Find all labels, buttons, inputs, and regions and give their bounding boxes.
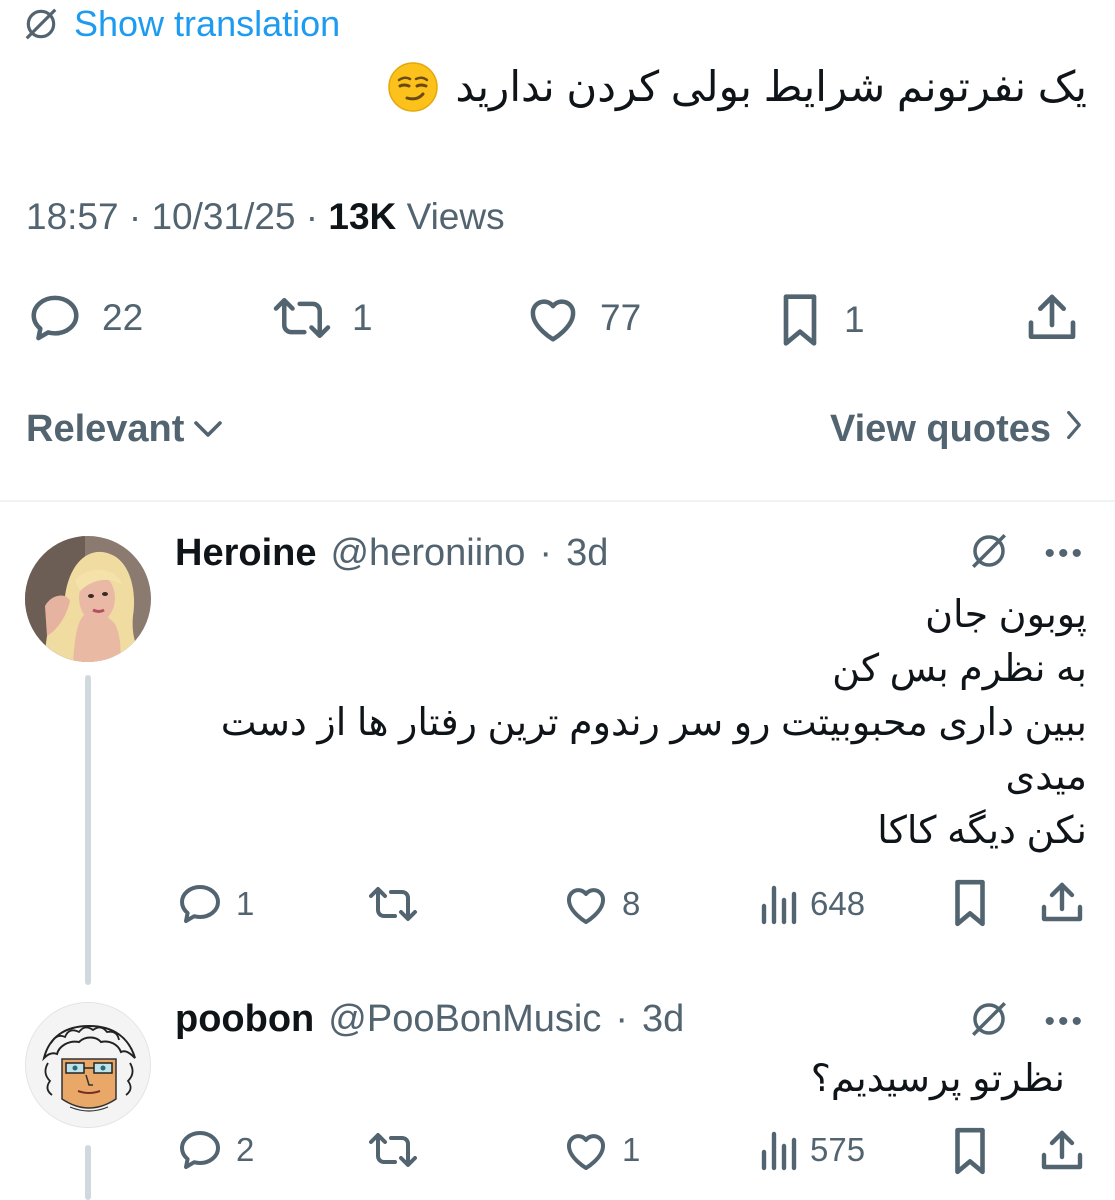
reply-line: به نظرم بس کن bbox=[832, 648, 1087, 690]
meta-separator: · bbox=[305, 196, 319, 237]
avatar[interactable] bbox=[25, 1002, 151, 1128]
globe-slash-icon[interactable] bbox=[968, 998, 1010, 1045]
views-label: Views bbox=[406, 196, 505, 237]
sort-label: Relevant bbox=[26, 408, 185, 450]
reply-count: 2 bbox=[236, 1131, 255, 1168]
reply-tools: ••• bbox=[968, 998, 1085, 1045]
show-translation-label: Show translation bbox=[74, 3, 341, 44]
reply-time[interactable]: 3d bbox=[566, 532, 608, 575]
heart-icon bbox=[562, 882, 610, 926]
reply-tools: ••• bbox=[968, 530, 1085, 577]
views-button[interactable]: 575 bbox=[758, 1128, 865, 1172]
analytics-bars-icon bbox=[758, 882, 798, 926]
reply-line: ببین داری محبوبیتت رو سر رندوم ترین رفتا… bbox=[220, 702, 1087, 744]
globe-slash-icon[interactable] bbox=[968, 530, 1010, 577]
share-icon bbox=[1038, 1126, 1086, 1176]
tweet-text-content: یک نفرتونم شرایط بولی کردن ندارید bbox=[455, 63, 1087, 110]
sort-relevant-dropdown[interactable]: Relevant bbox=[26, 408, 224, 451]
reply-icon bbox=[176, 1128, 224, 1172]
views-count: 648 bbox=[810, 885, 866, 922]
bookmark-icon bbox=[948, 878, 992, 928]
reply-count: 1 bbox=[236, 885, 255, 922]
reply-count: 22 bbox=[102, 297, 144, 338]
view-quotes-link[interactable]: View quotes bbox=[830, 408, 1083, 451]
repost-button[interactable] bbox=[366, 882, 420, 926]
tweet-meta: 18:57 · 10/31/25 · 13K Views bbox=[26, 196, 505, 238]
views-count: 575 bbox=[810, 1131, 866, 1168]
analytics-bars-icon bbox=[758, 1128, 798, 1172]
share-icon bbox=[1038, 878, 1086, 928]
like-count: 77 bbox=[600, 297, 642, 338]
reply-text: نظرتو پرسیدیم؟ bbox=[365, 1052, 1065, 1106]
bookmark-icon bbox=[774, 292, 826, 348]
avatar[interactable] bbox=[25, 536, 151, 662]
reply-author-name[interactable]: poobon bbox=[175, 998, 314, 1041]
repost-icon bbox=[366, 1128, 420, 1172]
repost-button[interactable]: 1 bbox=[270, 292, 373, 344]
meta-separator: · bbox=[128, 196, 142, 237]
share-button[interactable] bbox=[1038, 1126, 1086, 1176]
bookmark-button[interactable] bbox=[948, 878, 992, 928]
reply-header: Heroine @heroniino · 3d bbox=[175, 532, 608, 575]
bookmark-icon bbox=[948, 1126, 992, 1176]
share-button[interactable] bbox=[1024, 290, 1080, 346]
bookmark-count: 1 bbox=[844, 299, 865, 340]
show-translation-link[interactable]: Show translation bbox=[22, 2, 340, 46]
chevron-right-icon bbox=[1065, 408, 1083, 451]
like-count: 1 bbox=[622, 1131, 641, 1168]
view-quotes-label: View quotes bbox=[829, 408, 1051, 450]
bookmark-button[interactable] bbox=[948, 1126, 992, 1176]
reply-button[interactable]: 1 bbox=[176, 882, 254, 926]
thread-line bbox=[85, 1145, 91, 1200]
reply-icon bbox=[176, 882, 224, 926]
repost-icon bbox=[270, 292, 334, 344]
reply-author-name[interactable]: Heroine bbox=[175, 532, 316, 575]
views-button[interactable]: 648 bbox=[758, 882, 865, 926]
repost-button[interactable] bbox=[366, 1128, 420, 1172]
more-options-icon[interactable]: ••• bbox=[1044, 537, 1085, 571]
like-count: 8 bbox=[622, 885, 641, 922]
reply-line: پوبون جان bbox=[925, 594, 1087, 636]
smirking-face-emoji-icon bbox=[387, 61, 439, 113]
like-button[interactable]: 8 bbox=[562, 882, 640, 926]
reply-time[interactable]: 3d bbox=[642, 998, 684, 1041]
share-icon bbox=[1024, 290, 1080, 346]
repost-icon bbox=[366, 882, 420, 926]
reply-author-handle[interactable]: @heroniino bbox=[330, 532, 525, 575]
thread-line bbox=[85, 675, 91, 985]
reply-icon bbox=[26, 292, 84, 344]
globe-slash-icon bbox=[22, 5, 60, 43]
tweet-text: یک نفرتونم شرایط بولی کردن ندارید bbox=[387, 60, 1087, 115]
reply-button[interactable]: 2 bbox=[176, 1128, 254, 1172]
reply-header: poobon @PooBonMusic · 3d bbox=[175, 998, 684, 1041]
tweet-date: 10/31/25 bbox=[151, 196, 296, 237]
reply-line: نظرتو پرسیدیم؟ bbox=[810, 1058, 1065, 1100]
like-button[interactable]: 1 bbox=[562, 1128, 640, 1172]
heart-icon bbox=[562, 1128, 610, 1172]
views-count: 13K bbox=[328, 196, 397, 237]
meta-separator: · bbox=[615, 998, 628, 1040]
reply-line: نکن دیگه کاکا bbox=[877, 810, 1087, 852]
like-button[interactable]: 77 bbox=[524, 292, 641, 344]
reply-text: پوبون جان به نظرم بس کن ببین داری محبوبی… bbox=[187, 588, 1087, 858]
reply-line: میدی bbox=[1005, 756, 1087, 798]
bookmark-button[interactable]: 1 bbox=[774, 292, 865, 348]
repost-count: 1 bbox=[352, 297, 373, 338]
divider bbox=[0, 500, 1115, 502]
share-button[interactable] bbox=[1038, 878, 1086, 928]
reply-author-handle[interactable]: @PooBonMusic bbox=[328, 998, 601, 1041]
meta-separator: · bbox=[539, 532, 553, 574]
chevron-down-icon bbox=[192, 408, 224, 451]
reply-button[interactable]: 22 bbox=[26, 292, 143, 344]
more-options-icon[interactable]: ••• bbox=[1044, 1005, 1085, 1039]
heart-icon bbox=[524, 292, 582, 344]
tweet-time: 18:57 bbox=[26, 196, 119, 237]
